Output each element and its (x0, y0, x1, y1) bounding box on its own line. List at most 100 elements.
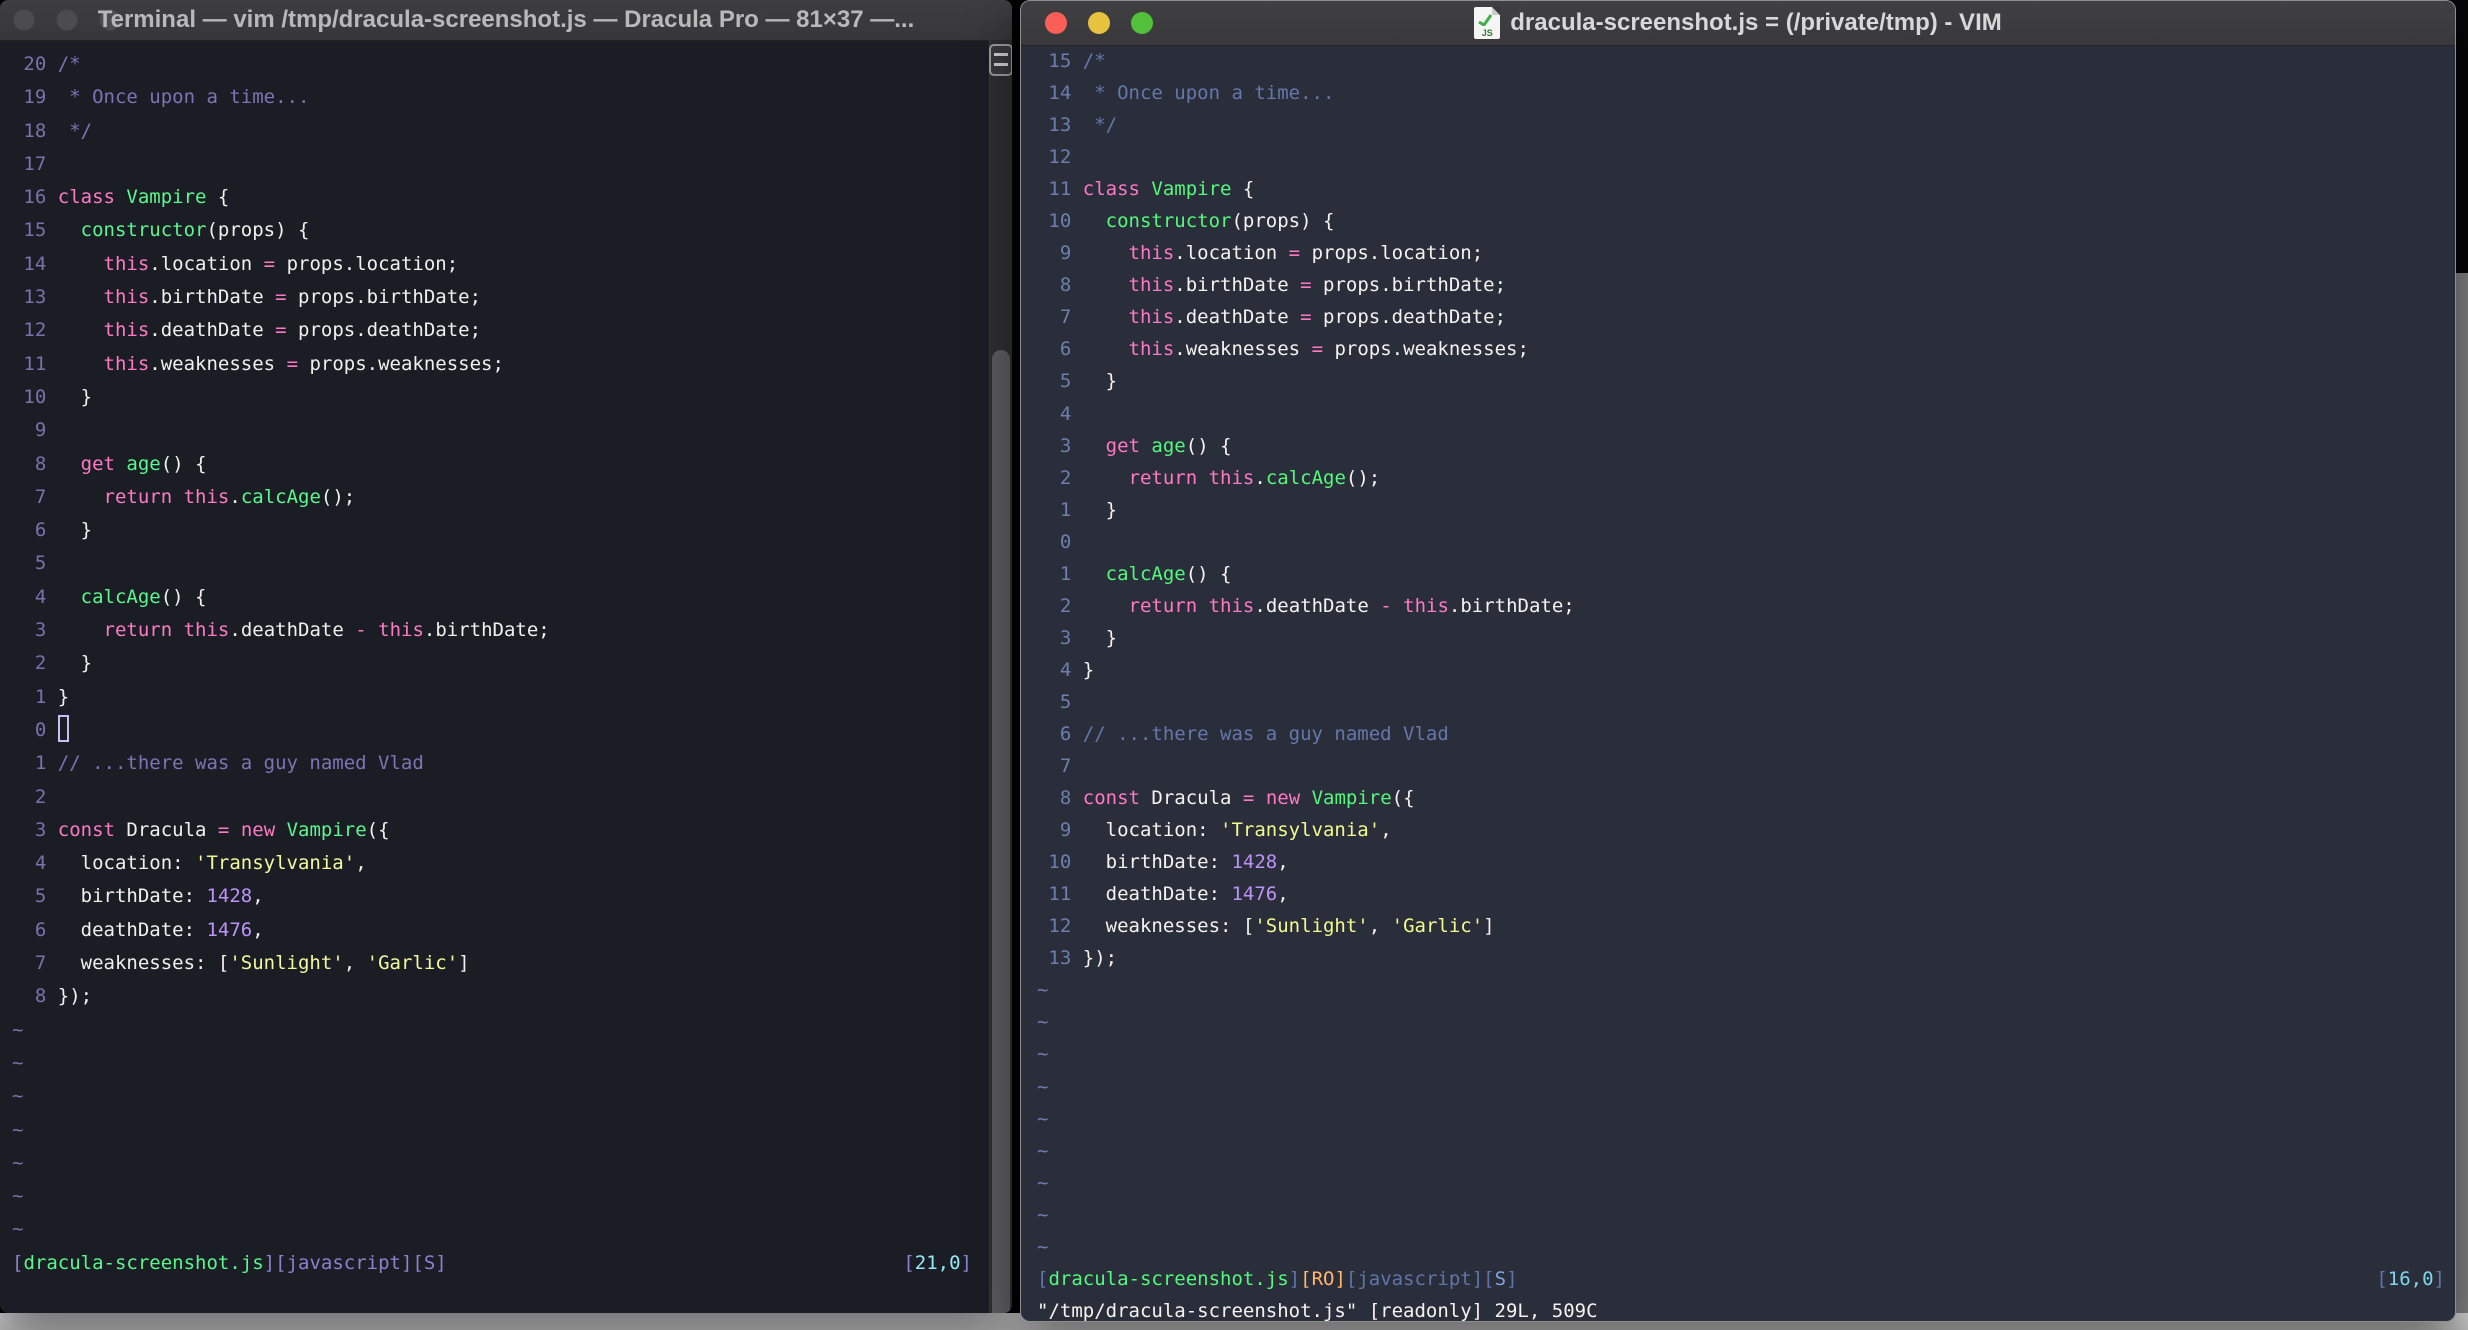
code-line: 3 get age() { (1059, 434, 1232, 457)
empty-line-tilde: ~ (1037, 1171, 1049, 1194)
code-line: 8 const Dracula = new Vampire({ (1059, 787, 1415, 810)
empty-line-tilde: ~ (12, 1051, 24, 1074)
code-line: 13 this.birthDate = props.birthDate; (23, 286, 482, 309)
code-line: 17 (23, 152, 47, 175)
vim-buffer-left[interactable]: 20/* 19 * Once upon a time... 18 */ 17 16 cla… (0, 40, 1012, 1313)
macvim-titlebar[interactable]: JS dracula-screenshot.js = (/private/tmp… (1021, 1, 2455, 46)
zoom-button[interactable] (1131, 12, 1153, 34)
background-window-sliver-dark (2455, 0, 2468, 273)
scrollbar-track[interactable] (989, 40, 1012, 1313)
terminal-titlebar[interactable]: Terminal — vim /tmp/dracula-screenshot.j… (0, 0, 1012, 41)
close-button[interactable] (1045, 12, 1067, 34)
code-line: 3 const Dracula = new Vampire({ (34, 818, 390, 841)
code-line: 2 return this.deathDate - this.birthDate… (1059, 594, 1575, 617)
empty-line-tilde: ~ (12, 1085, 24, 1108)
code-line: 7 this.deathDate = props.deathDate; (1059, 306, 1507, 329)
vim-cursor (57, 714, 70, 742)
terminal-window: Terminal — vim /tmp/dracula-screenshot.j… (0, 0, 1012, 1313)
macvim-window: JS dracula-screenshot.js = (/private/tmp… (1020, 0, 2456, 1322)
code-line: 4 (1059, 402, 1072, 425)
code-line: 1 } (1059, 498, 1118, 521)
vim-statusline: [dracula-screenshot.js][RO][javascript][… (1037, 1263, 2455, 1295)
code-line: 10 birthDate: 1428, (1048, 851, 1289, 874)
vim-commandline: "/tmp/dracula-screenshot.js" [readonly] … (1037, 1299, 1598, 1322)
code-line: 15 constructor(props) { (23, 219, 310, 242)
code-line: 4} (1059, 658, 1095, 681)
code-line: 1// ...there was a guy named Vlad (34, 752, 424, 775)
code-line: 5 (1059, 690, 1072, 713)
code-line: 10 } (23, 385, 93, 408)
code-line: 20/* (23, 53, 81, 75)
code-line: 12 weaknesses: ['Sunlight', 'Garlic'] (1048, 915, 1495, 938)
empty-line-tilde: ~ (1037, 1075, 1049, 1098)
code-line: 6 deathDate: 1476, (34, 918, 264, 941)
code-line: 1} (34, 685, 70, 708)
ruler-position: [16,0] (2376, 1267, 2445, 1290)
code-line: 7 (1059, 755, 1072, 778)
code-line: 6 } (34, 519, 93, 542)
empty-line-tilde: ~ (12, 1218, 24, 1241)
code-line: 11 class Vampire { (1048, 178, 1255, 201)
code-line: 6// ...there was a guy named Vlad (1059, 722, 1449, 745)
scrollbar-thumb[interactable] (992, 350, 1010, 1313)
ruler-position: [21,0] (903, 1251, 972, 1274)
desktop: { "buffer": [ [["c","/*"]], [["c"," * On… (0, 0, 2468, 1330)
code-line: 15/* (1048, 50, 1106, 72)
code-line: 7 weaknesses: ['Sunlight', 'Garlic'] (34, 952, 470, 975)
empty-line-tilde: ~ (1037, 1235, 1049, 1258)
empty-line-tilde: ~ (1037, 1203, 1049, 1226)
empty-line-tilde: ~ (12, 1018, 24, 1041)
window-title: JS dracula-screenshot.js = (/private/tmp… (1021, 1, 2455, 45)
code-line: 5 } (1059, 370, 1118, 393)
code-line: 11 this.weaknesses = props.weaknesses; (23, 352, 504, 375)
code-line: 3 } (1059, 626, 1118, 649)
vim-commandline (12, 1280, 1012, 1313)
code-line: 2 } (34, 652, 93, 675)
code-line: 4 calcAge() { (34, 585, 207, 608)
vim-statusline: [dracula-screenshot.js][javascript][S] [2… (12, 1247, 1012, 1280)
code-line: 14 * Once upon a time... (1048, 82, 1335, 105)
code-line: 13 */ (1048, 114, 1118, 137)
close-button[interactable] (13, 9, 35, 31)
code-line: 12 this.deathDate = props.deathDate; (23, 319, 482, 342)
code-line: 13}); (1048, 947, 1118, 970)
code-line: 8}); (34, 985, 93, 1008)
code-line: 12 (1048, 146, 1072, 169)
background-window-sliver-gray (2455, 273, 2468, 1313)
vim-buffer-right[interactable]: 15/* 14 * Once upon a time... 13 */ 12 11 cla… (1021, 45, 2455, 1321)
empty-line-tilde: ~ (12, 1151, 24, 1174)
code-line: 19 * Once upon a time... (23, 86, 310, 109)
empty-line-tilde: ~ (12, 1118, 24, 1141)
window-title: Terminal — vim /tmp/dracula-screenshot.j… (0, 0, 1012, 40)
js-document-icon: JS (1474, 7, 1501, 39)
code-line: 4 location: 'Transylvania', (34, 852, 367, 875)
code-line: 14 this.location = props.location; (23, 252, 459, 275)
empty-line-tilde: ~ (1037, 1011, 1049, 1034)
empty-line-tilde: ~ (1037, 979, 1049, 1002)
traffic-lights (13, 9, 121, 31)
code-line: 3 return this.deathDate - this.birthDate… (34, 619, 550, 642)
code-line: 0 (1059, 530, 1072, 553)
empty-line-tilde: ~ (1037, 1139, 1049, 1162)
window-title-text: dracula-screenshot.js = (/private/tmp) -… (1510, 9, 2002, 36)
zoom-button[interactable] (99, 9, 121, 31)
code-line: 2 (34, 785, 47, 808)
code-line: 1 calcAge() { (1059, 562, 1232, 585)
code-line: 0 (12, 714, 1012, 747)
code-line: 5 (34, 552, 47, 575)
code-line: 9 this.location = props.location; (1059, 242, 1484, 265)
code-line: 9 location: 'Transylvania', (1059, 819, 1392, 842)
code-line: 2 return this.calcAge(); (1059, 466, 1381, 489)
minimize-button[interactable] (56, 9, 78, 31)
code-line: 8 this.birthDate = props.birthDate; (1059, 274, 1507, 297)
code-line: 5 birthDate: 1428, (34, 885, 264, 908)
code-line: 11 deathDate: 1476, (1048, 883, 1289, 906)
empty-line-tilde: ~ (1037, 1107, 1049, 1130)
code-line: 7 return this.calcAge(); (34, 485, 356, 508)
empty-line-tilde: ~ (12, 1185, 24, 1208)
code-line: 16 class Vampire { (23, 186, 230, 209)
traffic-lights (1045, 12, 1153, 34)
code-line: 10 constructor(props) { (1048, 210, 1335, 233)
scrollbar-marks-icon[interactable] (989, 44, 1012, 76)
minimize-button[interactable] (1088, 12, 1110, 34)
